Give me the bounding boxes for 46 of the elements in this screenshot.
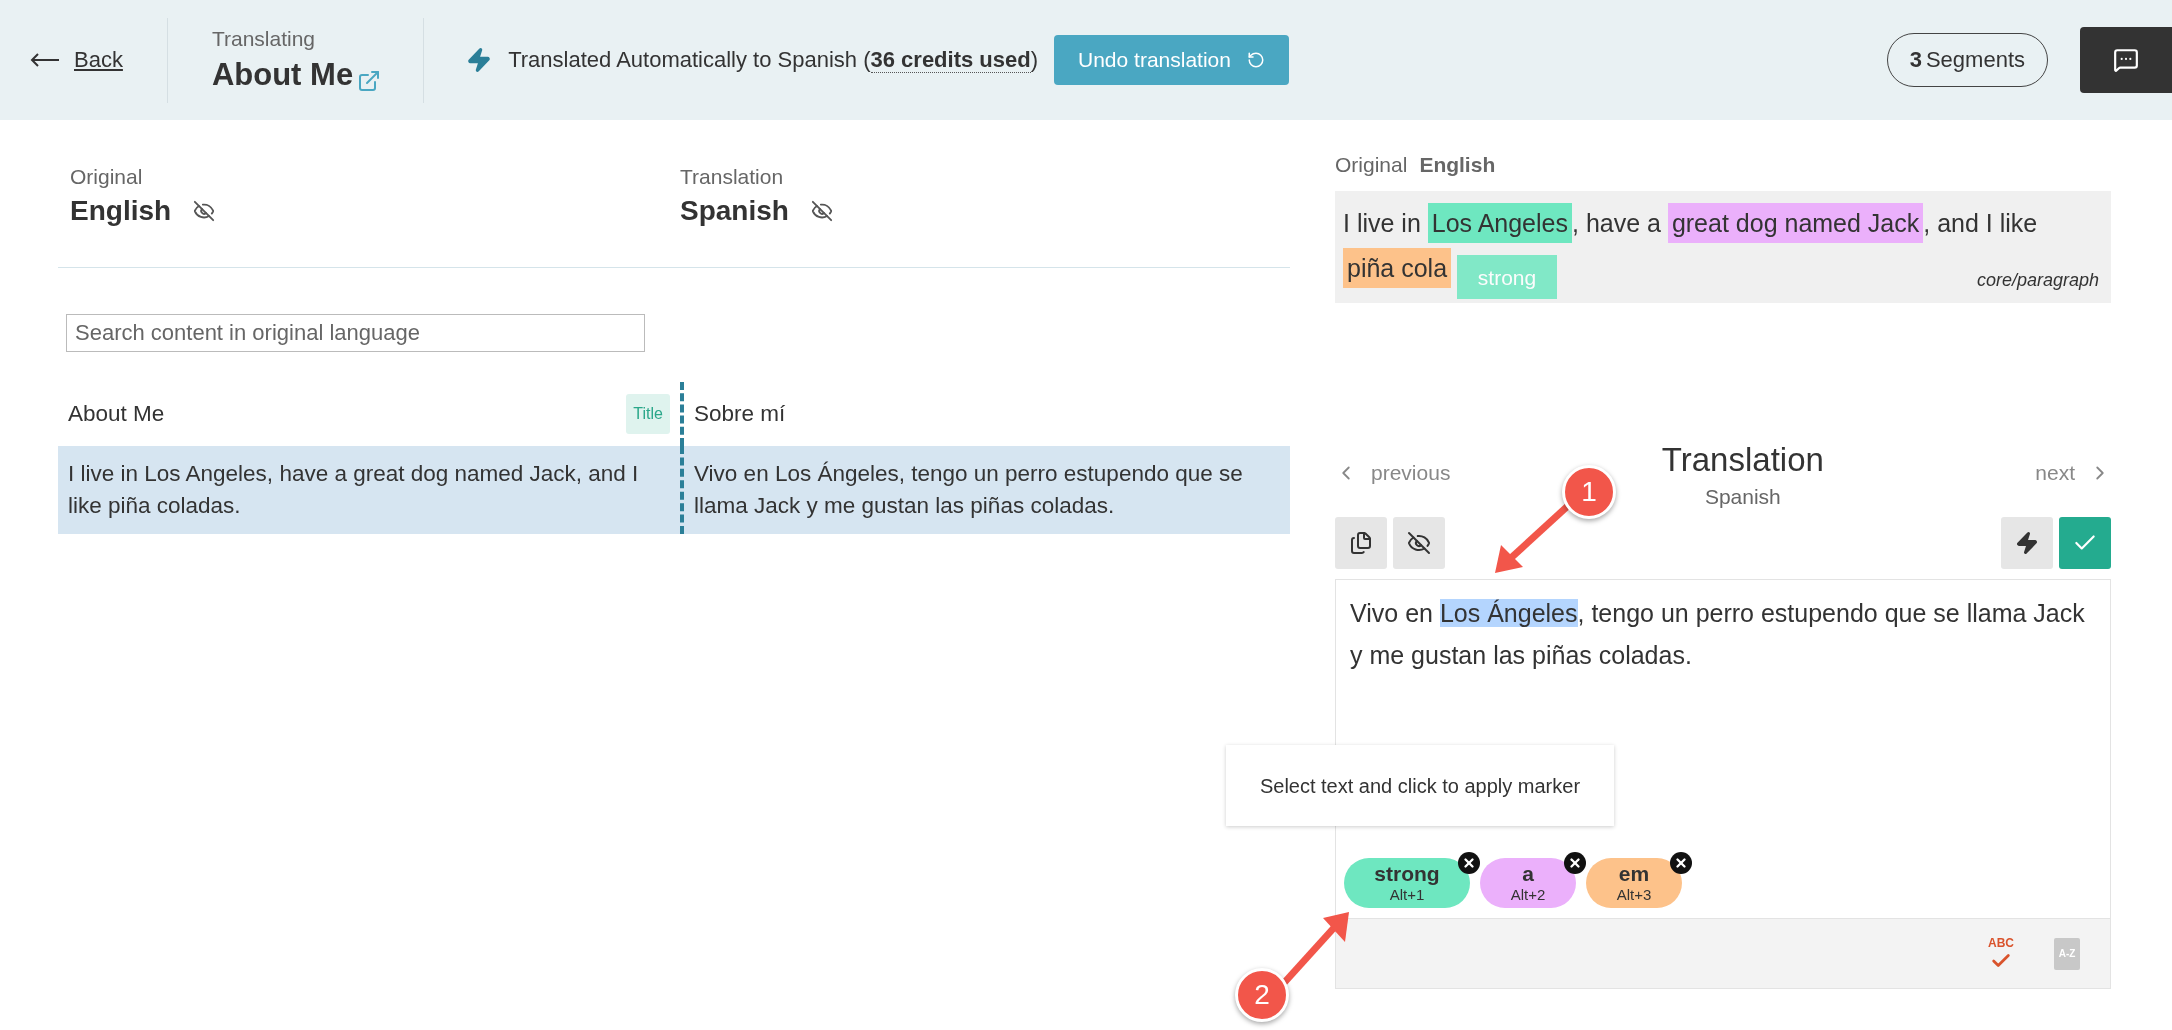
back-arrow-icon xyxy=(30,53,60,67)
language-name: English xyxy=(70,195,172,227)
remove-icon[interactable] xyxy=(1670,852,1692,874)
hide-icon xyxy=(1407,531,1431,555)
language-label: Translation xyxy=(680,165,785,189)
search-field[interactable]: Search content in original language xyxy=(66,314,645,352)
marker-button[interactable]: em Alt+3 xyxy=(1586,858,1682,908)
marker-button[interactable]: strong Alt+1 xyxy=(1344,858,1470,908)
hide-icon[interactable] xyxy=(193,200,216,222)
translation-status: Translated Automatically to Spanish (36 credits used) xyxy=(508,47,1038,73)
copy-icon xyxy=(1349,531,1373,555)
segment-row[interactable]: I live in Los Angeles, have a great dog named Jack, and I like piña coladas. Vivo en Los Ángeles, tengo un perro estupendo que se llama Jack y me gustan las piñas coladas. xyxy=(58,446,1290,534)
original-text: I live in Los Angeles, have a great dog named Jack, and I like piña coladas. xyxy=(68,460,640,520)
spellcheck-button[interactable]: ABC xyxy=(1988,935,2014,972)
language-label: Original xyxy=(70,165,144,189)
lightning-icon xyxy=(2015,531,2039,555)
comment-icon xyxy=(2113,47,2139,73)
translation-title: Translation xyxy=(1661,441,1824,479)
next-link[interactable]: next xyxy=(2035,461,2111,485)
remove-icon[interactable] xyxy=(1458,852,1480,874)
marker-hint-tooltip: Select text and click to apply marker xyxy=(1226,745,1614,826)
translation-language: Spanish xyxy=(1704,485,1781,509)
undo-icon xyxy=(1246,51,1265,69)
marker-button[interactable]: a Alt+2 xyxy=(1480,858,1576,908)
hide-icon[interactable] xyxy=(810,200,833,222)
hide-original-button[interactable] xyxy=(1393,517,1445,569)
marker-tooltip: strong xyxy=(1457,255,1557,299)
back-link[interactable]: Back xyxy=(30,47,123,73)
page-title: About Me xyxy=(211,57,354,93)
lightning-icon xyxy=(466,47,493,73)
previous-link[interactable]: previous xyxy=(1335,461,1451,485)
callout-badge: 2 xyxy=(1235,968,1289,1022)
auto-translate-button[interactable] xyxy=(2001,517,2053,569)
preview-language: English xyxy=(1419,153,1496,177)
translation-text: Vivo en Los Ángeles, tengo un perro estupendo que se llama Jack y me gustan las piñas coladas. xyxy=(694,460,1244,520)
original-text: About Me xyxy=(68,400,165,428)
callout-badge: 1 xyxy=(1562,465,1616,519)
preview-label: Original xyxy=(1335,153,1408,177)
translation-text: Sobre mí xyxy=(694,400,786,428)
language-name: Spanish xyxy=(680,195,789,227)
copy-original-button[interactable] xyxy=(1335,517,1387,569)
block-type: core/paragraph xyxy=(1976,269,2099,291)
remove-icon[interactable] xyxy=(1564,852,1586,874)
context-label: Translating xyxy=(211,27,317,51)
title-tag: Title xyxy=(626,394,670,434)
comments-button[interactable] xyxy=(2080,27,2172,93)
